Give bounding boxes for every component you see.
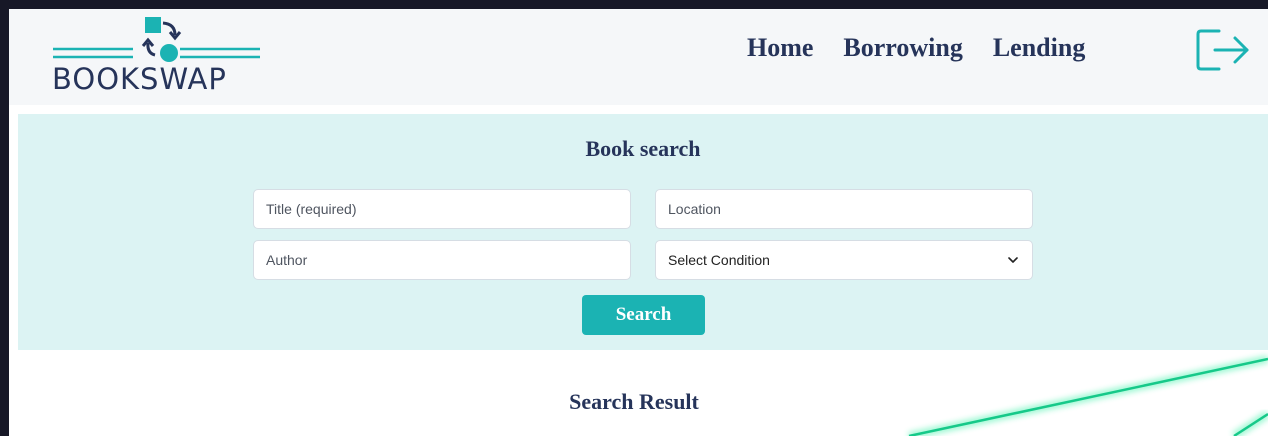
chevron-down-icon (1008, 257, 1018, 263)
book-search-panel: Book search Select Condition Search (18, 114, 1268, 350)
author-input[interactable] (253, 240, 631, 280)
nav-link-borrowing[interactable]: Borrowing (843, 33, 962, 63)
location-input[interactable] (655, 189, 1033, 229)
search-button[interactable]: Search (582, 295, 705, 335)
search-result-heading: Search Result (569, 389, 699, 414)
top-header: BOOKSWAP Home Borrowing Lending (9, 9, 1268, 105)
nav-link-home[interactable]: Home (747, 33, 813, 63)
logo-wordmark: BOOKSWAP (52, 62, 227, 96)
nav-link-lending[interactable]: Lending (993, 33, 1086, 63)
condition-select[interactable]: Select Condition (655, 240, 1033, 280)
book-search-heading: Book search (585, 136, 701, 161)
bookswap-logo[interactable]: BOOKSWAP (51, 15, 263, 97)
title-input[interactable] (253, 189, 631, 229)
main-nav: Home Borrowing Lending (747, 33, 1085, 63)
condition-select-value: Select Condition (668, 252, 770, 268)
app-window: BOOKSWAP Home Borrowing Lending Book sea… (9, 9, 1268, 436)
logout-button[interactable] (1195, 28, 1251, 74)
logout-icon (1196, 29, 1249, 71)
